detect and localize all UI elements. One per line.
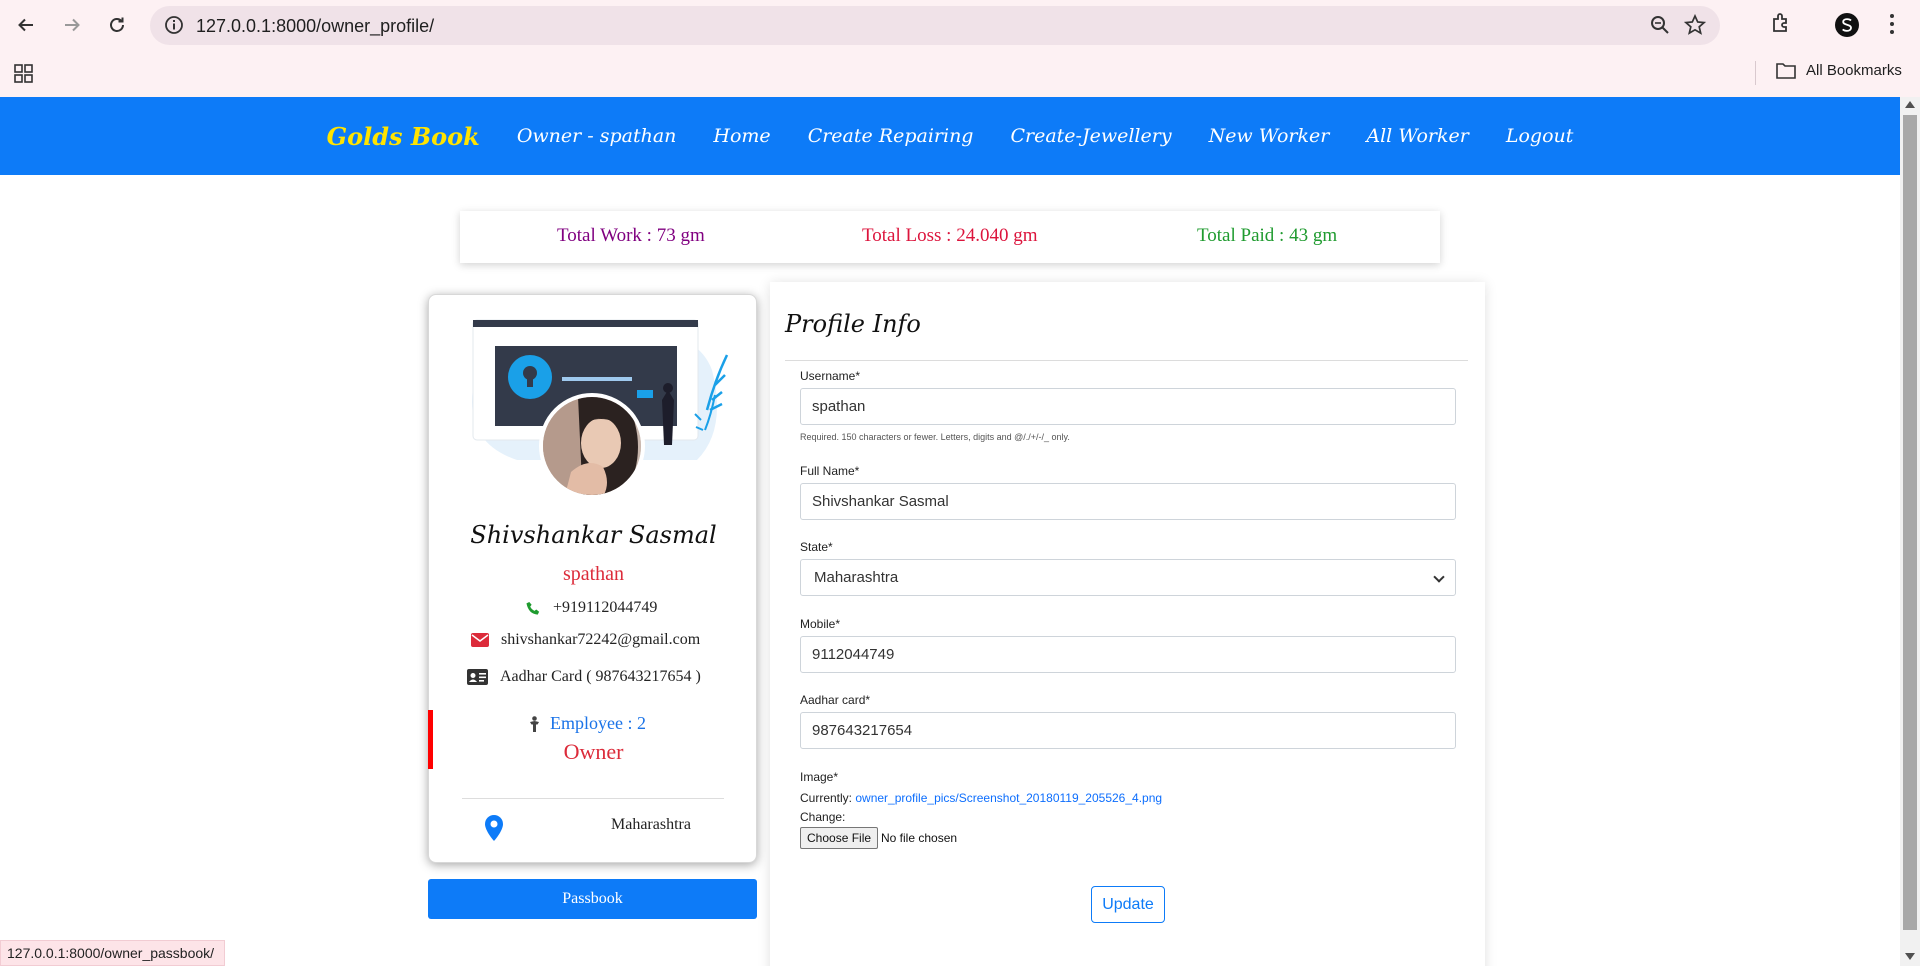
profile-avatar-icon[interactable] xyxy=(1834,12,1860,38)
profile-name: Shivshankar Sasmal xyxy=(470,521,717,549)
aadhar-input[interactable]: 987643217654 xyxy=(800,712,1456,749)
state-select[interactable]: Maharashtra xyxy=(800,559,1456,596)
nav-home[interactable]: Home xyxy=(713,125,770,147)
nav-create-jewellery[interactable]: Create-Jewellery xyxy=(1010,125,1171,147)
stats-bar: Total Work : 73 gm Total Loss : 24.040 g… xyxy=(460,211,1440,263)
username-input[interactable]: spathan xyxy=(800,388,1456,425)
currently-row: Currently: owner_profile_pics/Screenshot… xyxy=(800,791,1162,805)
state-label: State* xyxy=(800,540,833,554)
aadhar-row: Aadhar Card ( 987643217654 ) xyxy=(467,668,701,686)
phone-icon xyxy=(526,601,540,615)
site-info-icon[interactable] xyxy=(164,15,184,35)
all-bookmarks-label: All Bookmarks xyxy=(1806,62,1902,79)
page-scrollbar[interactable] xyxy=(1900,97,1920,966)
worker-icon xyxy=(530,715,539,732)
forward-arrow-icon xyxy=(65,18,80,32)
scrollbar-thumb[interactable] xyxy=(1903,115,1917,930)
aadhar-label: Aadhar card* xyxy=(800,693,871,707)
total-loss: Total Loss : 24.040 gm xyxy=(862,225,1038,246)
currently-label: Currently: xyxy=(800,791,853,805)
image-label: Image* xyxy=(800,770,839,784)
extensions-icon[interactable] xyxy=(1770,11,1794,35)
passbook-button[interactable]: Passbook xyxy=(428,879,757,919)
zoom-icon[interactable] xyxy=(1650,15,1670,35)
reload-button[interactable] xyxy=(103,11,131,39)
choose-file-button[interactable]: Choose File xyxy=(800,827,879,849)
profile-card: Shivshankar Sasmal spathan +919112044749… xyxy=(428,294,757,863)
browser-toolbar: 127.0.0.1:8000/owner_profile/ xyxy=(0,0,1920,50)
form-title-divider xyxy=(785,360,1468,361)
card-divider xyxy=(462,798,724,799)
location-text: Maharashtra xyxy=(611,816,691,833)
profile-username: spathan xyxy=(562,563,625,585)
phone-row: +919112044749 xyxy=(526,599,657,617)
envelope-icon xyxy=(471,633,489,647)
brand-logo[interactable]: Golds Book xyxy=(327,122,480,151)
all-bookmarks-button[interactable]: All Bookmarks xyxy=(1776,62,1902,79)
nav-new-worker[interactable]: New Worker xyxy=(1209,125,1330,147)
fullname-input[interactable]: Shivshankar Sasmal xyxy=(800,483,1456,520)
update-button[interactable]: Update xyxy=(1091,886,1165,923)
url-text[interactable]: 127.0.0.1:8000/owner_profile/ xyxy=(196,16,434,37)
reload-icon xyxy=(110,17,124,32)
total-work: Total Work : 73 gm xyxy=(557,225,705,246)
folder-icon xyxy=(1776,63,1796,79)
site-navbar: Golds Book Owner - spathan Home Create R… xyxy=(0,97,1900,175)
total-paid: Total Paid : 43 gm xyxy=(1197,225,1338,246)
page-viewport: Golds Book Owner - spathan Home Create R… xyxy=(0,97,1900,966)
state-selected-value: Maharashtra xyxy=(814,569,899,586)
status-bar-url: 127.0.0.1:8000/owner_passbook/ xyxy=(0,940,226,966)
current-image-link[interactable]: owner_profile_pics/Screenshot_20180119_2… xyxy=(855,791,1162,805)
nav-owner[interactable]: Owner - spathan xyxy=(517,125,677,147)
back-button[interactable] xyxy=(12,11,40,39)
bookmarks-bar: All Bookmarks xyxy=(0,50,1920,97)
mobile-input[interactable]: 9112044749 xyxy=(800,636,1456,673)
scroll-down-arrow-icon[interactable] xyxy=(1905,953,1915,960)
id-card-icon xyxy=(467,669,488,685)
form-title: Profile Info xyxy=(785,310,921,338)
role-label: Owner xyxy=(563,739,624,764)
chevron-down-icon xyxy=(1433,571,1445,583)
nav-all-worker[interactable]: All Worker xyxy=(1366,125,1469,147)
bookmarks-divider xyxy=(1755,61,1756,85)
apps-grid-icon[interactable] xyxy=(14,64,33,83)
username-label: Username* xyxy=(800,369,861,383)
employee-text: Employee : 2 xyxy=(550,713,646,733)
bookmark-star-icon[interactable] xyxy=(1684,14,1706,36)
nav-create-repairing[interactable]: Create Repairing xyxy=(808,125,974,147)
scroll-up-arrow-icon[interactable] xyxy=(1905,101,1915,108)
nav-logout[interactable]: Logout xyxy=(1506,125,1574,147)
profile-form-panel: Profile Info Username* spathan Required.… xyxy=(770,282,1485,966)
aadhar-text: Aadhar Card ( 987643217654 ) xyxy=(500,668,701,685)
mobile-label: Mobile* xyxy=(800,617,841,631)
username-help: Required. 150 characters or fewer. Lette… xyxy=(800,432,1070,442)
menu-dots-icon[interactable] xyxy=(1888,11,1896,37)
no-file-text: No file chosen xyxy=(881,831,958,845)
forward-button[interactable] xyxy=(58,11,86,39)
phone-text: +919112044749 xyxy=(553,599,658,616)
profile-avatar xyxy=(539,393,645,499)
change-label: Change: xyxy=(800,810,846,824)
back-arrow-icon xyxy=(18,18,33,32)
avatar-photo xyxy=(543,397,641,495)
fullname-label: Full Name* xyxy=(800,464,860,478)
employee-count: Employee : 2 xyxy=(529,713,646,734)
email-text: shivshankar72242@gmail.com xyxy=(501,631,701,648)
address-bar[interactable]: 127.0.0.1:8000/owner_profile/ xyxy=(150,6,1720,45)
map-pin-icon xyxy=(485,815,503,841)
email-row: shivshankar72242@gmail.com xyxy=(471,631,700,649)
